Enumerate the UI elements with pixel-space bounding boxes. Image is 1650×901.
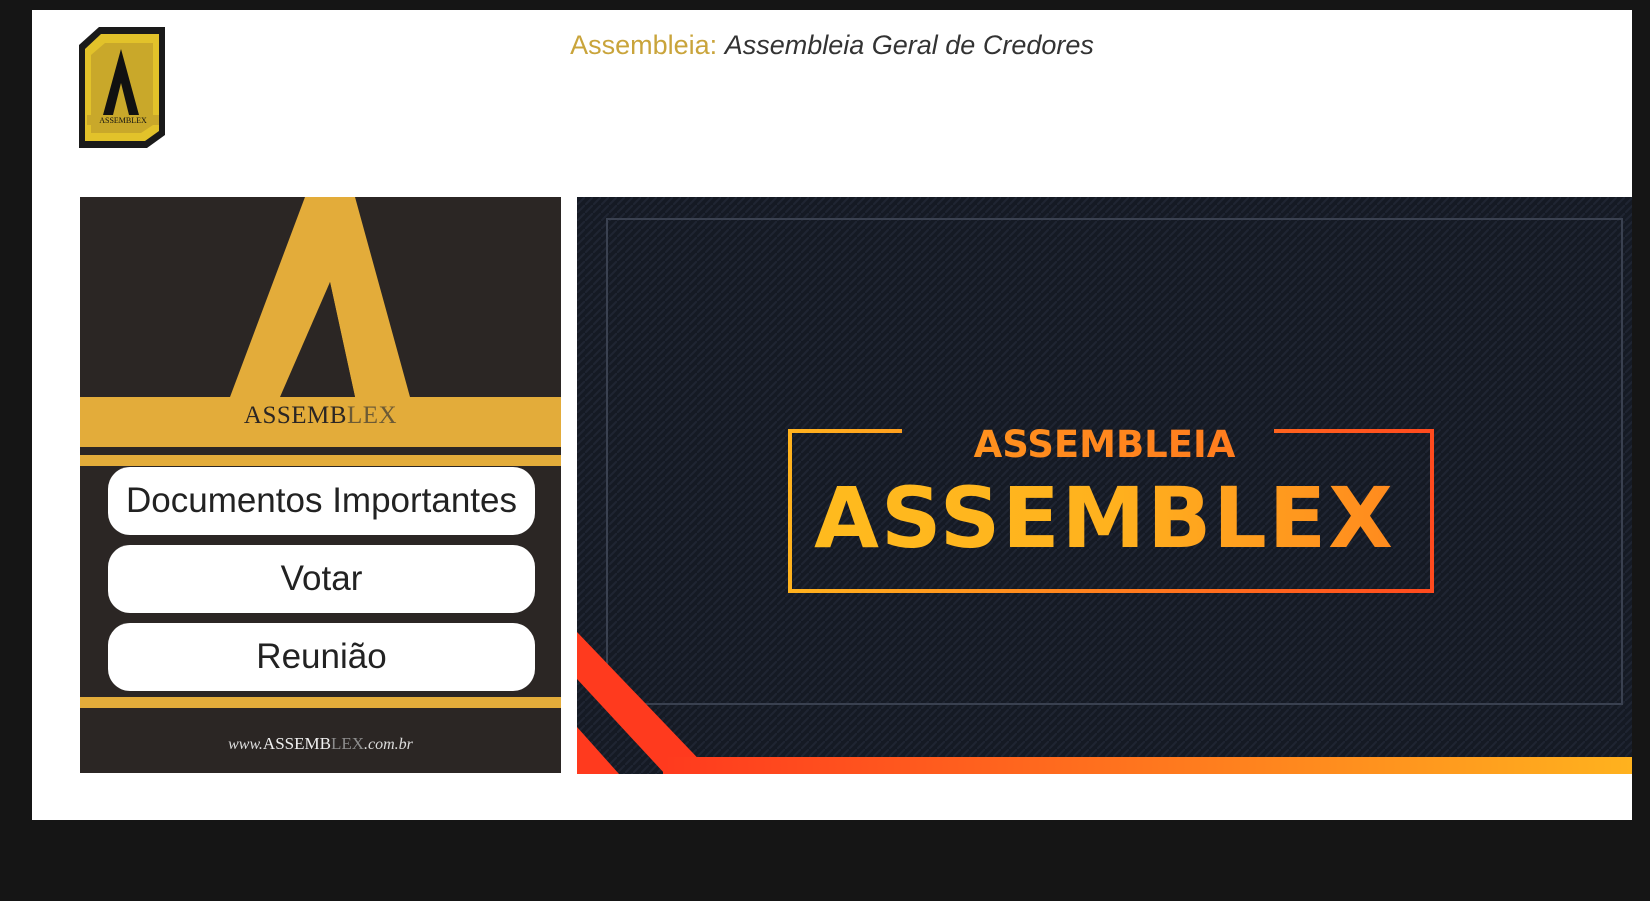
title-label: Assembleia: [570, 30, 718, 60]
votar-button[interactable]: Votar [108, 545, 535, 613]
sidebar: ASSEMBLEX Documentos Importantes Votar R… [80, 197, 561, 773]
divider [80, 697, 561, 708]
reuniao-button[interactable]: Reunião [108, 623, 535, 691]
brand-name: ASSEMBLEX [243, 402, 398, 429]
divider [80, 455, 561, 466]
documentos-importantes-button[interactable]: Documentos Importantes [108, 467, 535, 535]
title-value: Assembleia Geral de Credores [724, 30, 1094, 60]
assemblex-banner: ASSEMBLEIA ASSEMBLEX [577, 197, 1632, 774]
footer-url: www.ASSEMBLEX.com.br [228, 734, 413, 753]
main-card: ASSEMBLEX Assembleia: Assembleia Geral d… [32, 10, 1632, 820]
banner-title: ASSEMBLEX [577, 469, 1632, 567]
page-title: Assembleia: Assembleia Geral de Credores [32, 30, 1632, 61]
banner-subtitle: ASSEMBLEIA [577, 423, 1632, 466]
logo-text: ASSEMBLEX [99, 116, 147, 125]
